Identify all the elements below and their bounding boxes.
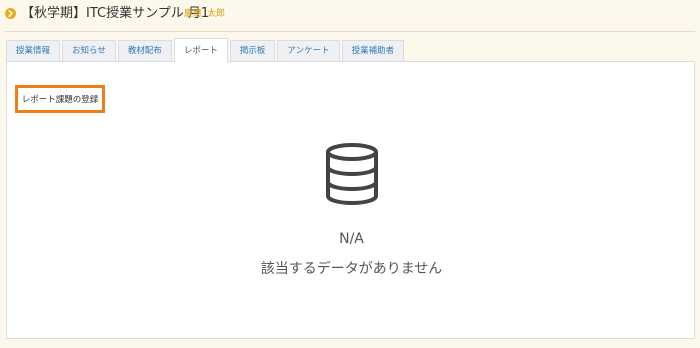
teacher-family-name-link[interactable]: 慶應 xyxy=(184,8,202,20)
empty-state-message: 該当するデータがありません xyxy=(260,261,443,277)
report-panel: レポート課題の登録 N/A 該当するデータがありません xyxy=(6,61,695,339)
course-tabs: 授業情報 お知らせ 教材配布 レポート 掲示板 アンケート 授業補助者 xyxy=(6,38,406,62)
header-divider xyxy=(5,31,695,32)
tab-teaching-assistants[interactable]: 授業補助者 xyxy=(341,40,405,62)
course-title: 【秋学期】ITC授業サンプル 月1 xyxy=(21,6,210,21)
tab-materials[interactable]: 教材配布 xyxy=(117,40,172,62)
page-header: 【秋学期】ITC授業サンプル 月1 慶應 太郎 xyxy=(0,0,700,30)
tab-survey[interactable]: アンケート xyxy=(277,40,340,62)
database-icon xyxy=(326,143,378,206)
register-report-assignment-button[interactable]: レポート課題の登録 xyxy=(15,85,105,113)
chevron-right-circle-icon xyxy=(5,8,16,19)
tab-report[interactable]: レポート xyxy=(173,38,228,62)
na-label: N/A xyxy=(339,231,364,247)
tab-course-info[interactable]: 授業情報 xyxy=(6,40,61,62)
tab-announcements[interactable]: お知らせ xyxy=(62,40,116,62)
tab-bulletin-board[interactable]: 掲示板 xyxy=(229,40,276,62)
teacher-given-name-link[interactable]: 太郎 xyxy=(207,8,225,20)
